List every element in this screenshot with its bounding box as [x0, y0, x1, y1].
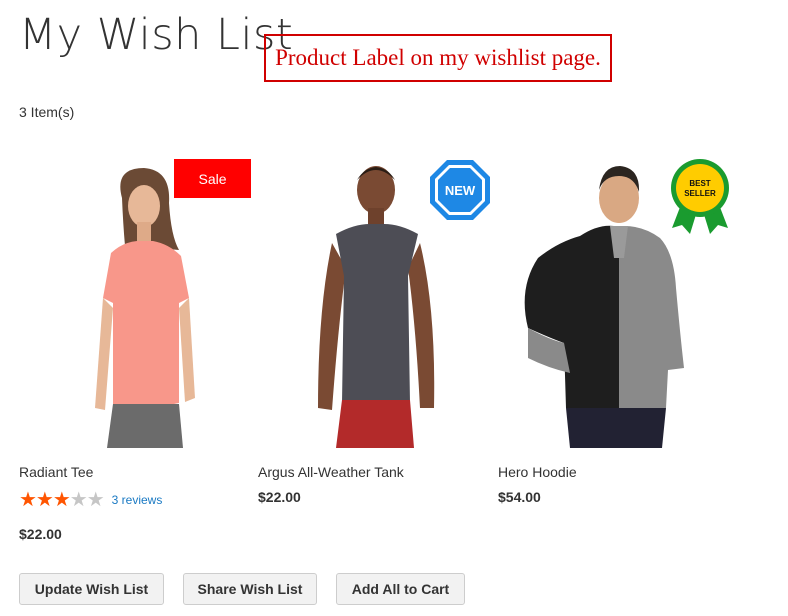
product-price: $22.00	[19, 526, 62, 542]
product-name[interactable]: Argus All-Weather Tank	[258, 464, 404, 480]
wishlist-item: NEW Argus All-Weather Tank $22.00	[258, 158, 490, 505]
add-all-to-cart-button[interactable]: Add All to Cart	[336, 573, 465, 605]
new-label-text: NEW	[445, 183, 476, 198]
best-seller-line1: BEST	[689, 179, 710, 188]
wishlist-item: BEST SELLER Hero Hoodie $54.00	[498, 158, 730, 505]
annotation-callout: Product Label on my wishlist page.	[264, 34, 612, 82]
product-price: $54.00	[498, 489, 541, 505]
product-price: $22.00	[258, 489, 301, 505]
product-image-radiant-tee[interactable]: Sale	[19, 158, 251, 448]
product-name[interactable]: Radiant Tee	[19, 464, 93, 480]
share-wish-list-button[interactable]: Share Wish List	[183, 573, 317, 605]
sale-label: Sale	[174, 159, 251, 198]
product-name[interactable]: Hero Hoodie	[498, 464, 577, 480]
woman-photo	[95, 168, 195, 448]
page-title: My Wish List	[19, 10, 294, 60]
product-image-argus-tank[interactable]: NEW	[258, 158, 490, 448]
item-count: 3 Item(s)	[19, 104, 75, 120]
reviews-link[interactable]: 3 reviews	[112, 493, 163, 507]
best-seller-line2: SELLER	[684, 189, 716, 198]
wishlist-item: Sale Radiant Tee ★★★★★ 3 reviews $22.00	[19, 158, 251, 542]
product-rating: ★★★★★ 3 reviews	[19, 490, 162, 510]
product-image-hero-hoodie[interactable]: BEST SELLER	[498, 158, 730, 448]
update-wish-list-button[interactable]: Update Wish List	[19, 573, 164, 605]
best-seller-badge: BEST SELLER	[671, 159, 729, 234]
new-label-badge: NEW	[430, 160, 490, 220]
rating-stars: ★★★★★	[19, 489, 105, 511]
